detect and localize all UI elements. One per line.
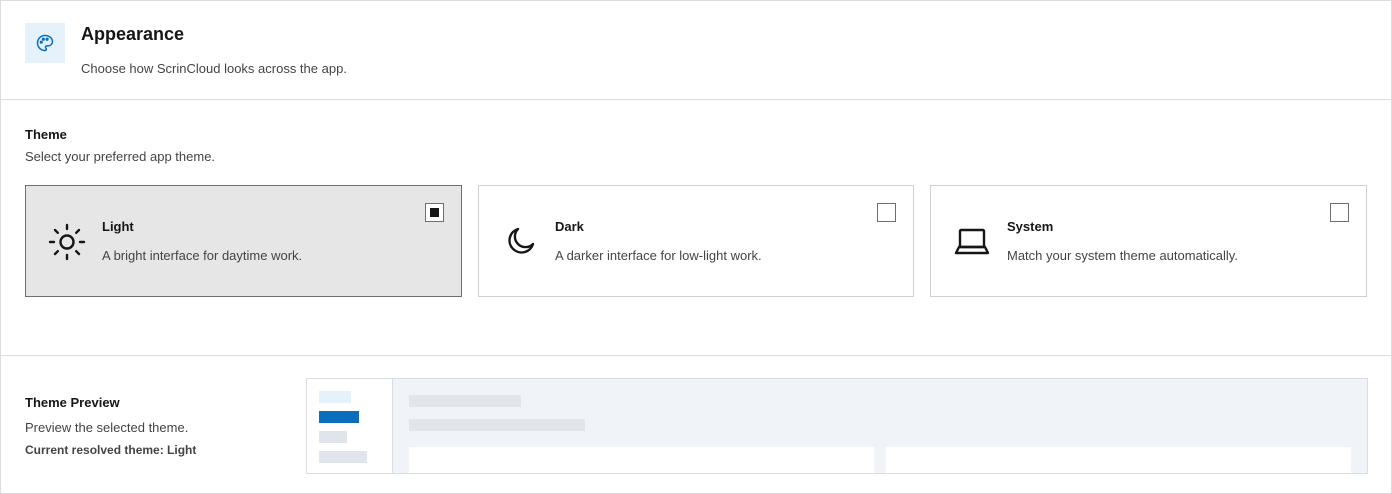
preview-sidebar-item <box>319 451 367 463</box>
current-resolved-theme: Current resolved theme: Light <box>25 443 197 457</box>
theme-option-checkbox[interactable] <box>1330 203 1349 222</box>
theme-section-description: Select your preferred app theme. <box>25 149 216 164</box>
preview-sidebar-item <box>319 431 347 443</box>
moon-icon <box>499 221 541 263</box>
theme-option-description: A bright interface for daytime work. <box>102 248 303 263</box>
laptop-icon <box>951 221 993 263</box>
theme-option-dark[interactable]: Dark A darker interface for low-light wo… <box>478 185 914 297</box>
page-subtitle: Choose how ScrinCloud looks across the a… <box>81 61 347 76</box>
theme-option-description: A darker interface for low-light work. <box>555 248 762 263</box>
theme-preview-mockup <box>306 378 1368 474</box>
theme-section: Theme Select your preferred app theme. L… <box>1 101 1391 356</box>
preview-card <box>409 447 874 473</box>
preview-sidebar <box>307 379 393 473</box>
theme-preview-description: Preview the selected theme. <box>25 420 189 435</box>
theme-option-checkbox[interactable] <box>425 203 444 222</box>
appearance-header: Appearance Choose how ScrinCloud looks a… <box>1 1 1391 100</box>
sun-icon <box>46 221 88 263</box>
theme-option-checkbox[interactable] <box>877 203 896 222</box>
theme-option-description: Match your system theme automatically. <box>1007 248 1238 263</box>
theme-option-label: Dark <box>555 219 584 234</box>
theme-preview-section: Theme Preview Preview the selected theme… <box>1 357 1391 493</box>
page-title: Appearance <box>81 24 185 44</box>
theme-option-light[interactable]: Light A bright interface for daytime wor… <box>25 185 462 297</box>
preview-heading-placeholder <box>409 395 521 407</box>
appearance-panel: Appearance Choose how ScrinCloud looks a… <box>0 0 1392 494</box>
theme-option-label: System <box>1007 219 1054 234</box>
theme-preview-title: Theme Preview <box>25 395 120 410</box>
preview-sidebar-item-active <box>319 411 359 423</box>
preview-card <box>886 447 1351 473</box>
preview-text-placeholder <box>409 419 585 431</box>
theme-section-title: Theme <box>25 127 67 142</box>
palette-icon <box>25 23 65 63</box>
theme-option-system[interactable]: System Match your system theme automatic… <box>930 185 1367 297</box>
preview-sidebar-item <box>319 391 351 403</box>
theme-option-label: Light <box>102 219 134 234</box>
